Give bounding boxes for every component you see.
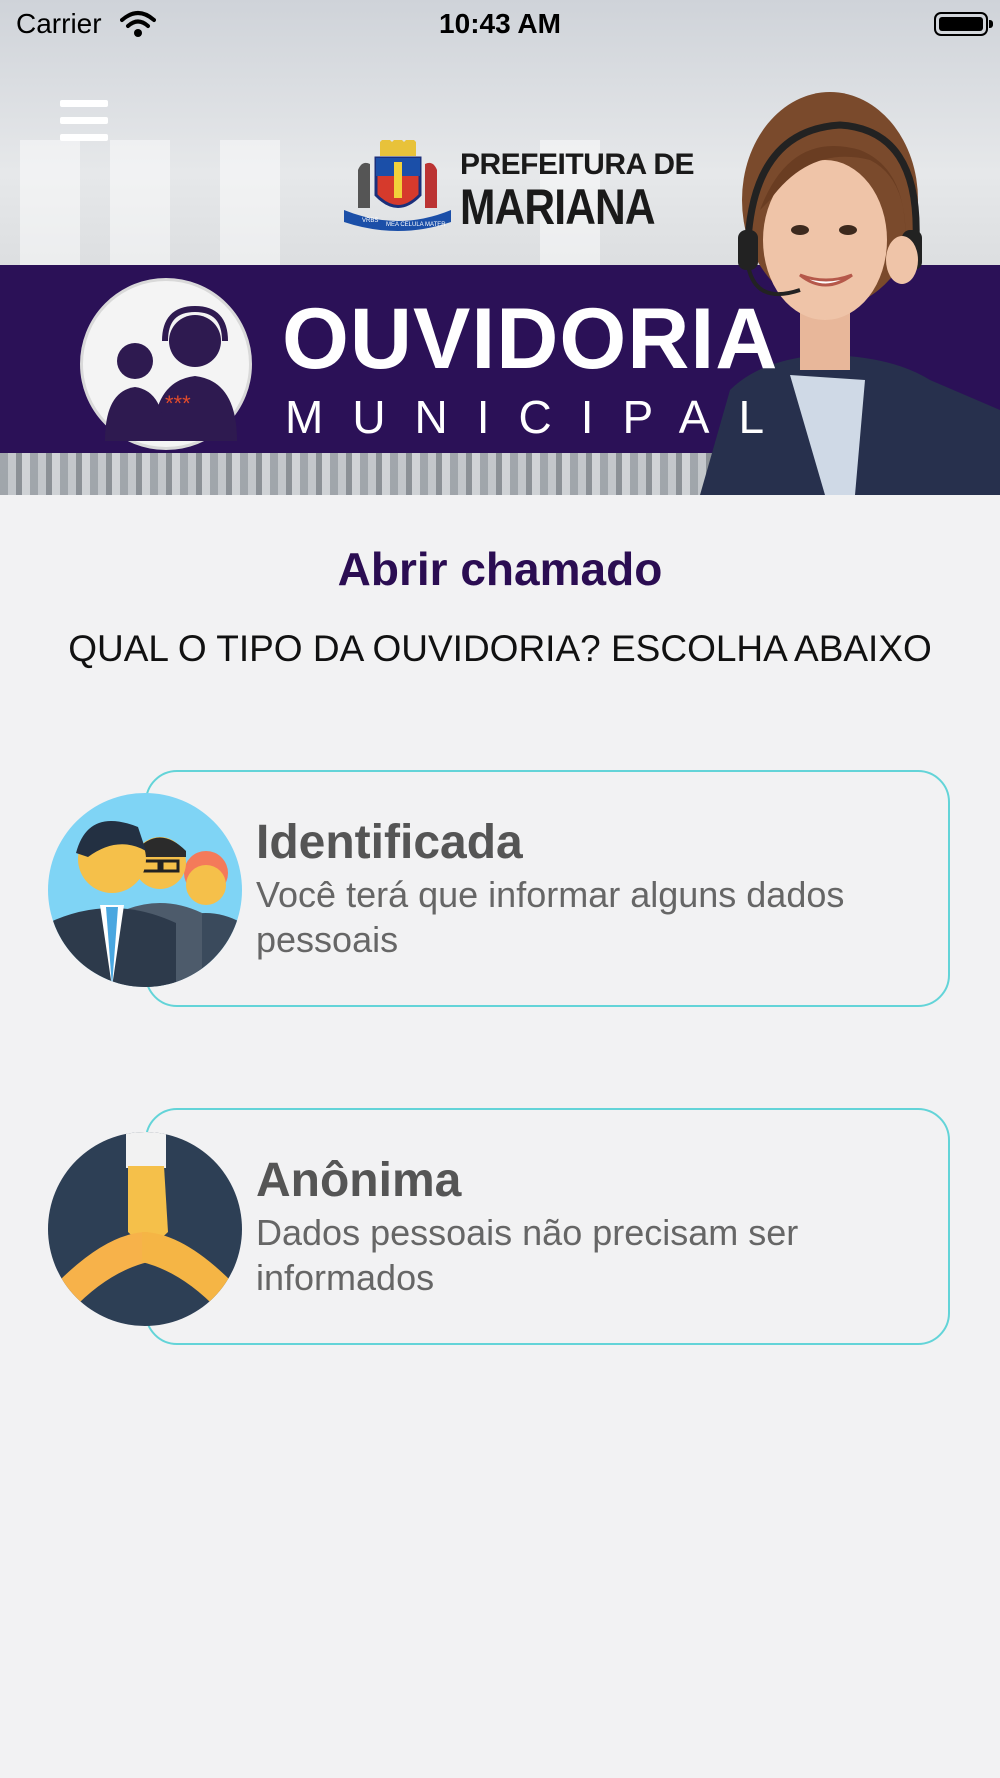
headset-agents-icon: *** (105, 305, 237, 441)
hamburger-icon (60, 100, 108, 107)
prefeitura-logo: VRBS MEA CELULA MATER PREFEITURA DE MARI… (340, 140, 695, 235)
option-identificada-title: Identificada (256, 816, 523, 869)
option-identificada-description: Você terá que informar alguns dados pess… (256, 874, 845, 960)
identified-people-icon (48, 793, 242, 987)
option-anonima-description: Dados pessoais não precisam ser informad… (256, 1212, 799, 1298)
status-bar: Carrier 10:43 AM (0, 0, 1000, 50)
svg-text:***: *** (165, 391, 191, 416)
background-window (110, 140, 170, 270)
background-window (20, 140, 80, 270)
ouvidoria-subtitle: MUNICIPAL (285, 391, 794, 443)
anonymous-hands-icon (48, 1132, 242, 1326)
page-title: Abrir chamado (337, 543, 663, 595)
ouvidoria-title: OUVIDORIA (282, 291, 779, 387)
battery-icon (934, 12, 993, 36)
city-crest-icon: VRBS MEA CELULA MATER (344, 140, 451, 231)
crest-motto-left: VRBS (362, 218, 378, 224)
header-banner: VRBS MEA CELULA MATER PREFEITURA DE MARI… (0, 0, 1000, 495)
page-subtitle: QUAL O TIPO DA OUVIDORIA? ESCOLHA ABAIXO (68, 628, 932, 669)
option-anonima-title: Anônima (256, 1154, 462, 1207)
hamburger-icon (60, 117, 108, 124)
logo-text-prefeitura: PREFEITURA DE (460, 148, 695, 181)
menu-button[interactable] (60, 100, 108, 144)
clock: 10:43 AM (439, 8, 561, 39)
crest-motto-right: MEA CELULA MATER (386, 222, 446, 228)
background-window (220, 140, 280, 270)
hamburger-icon (60, 134, 108, 141)
ouvidoria-emblem: *** (80, 278, 252, 450)
logo-text-mariana: MARIANA (460, 179, 656, 235)
